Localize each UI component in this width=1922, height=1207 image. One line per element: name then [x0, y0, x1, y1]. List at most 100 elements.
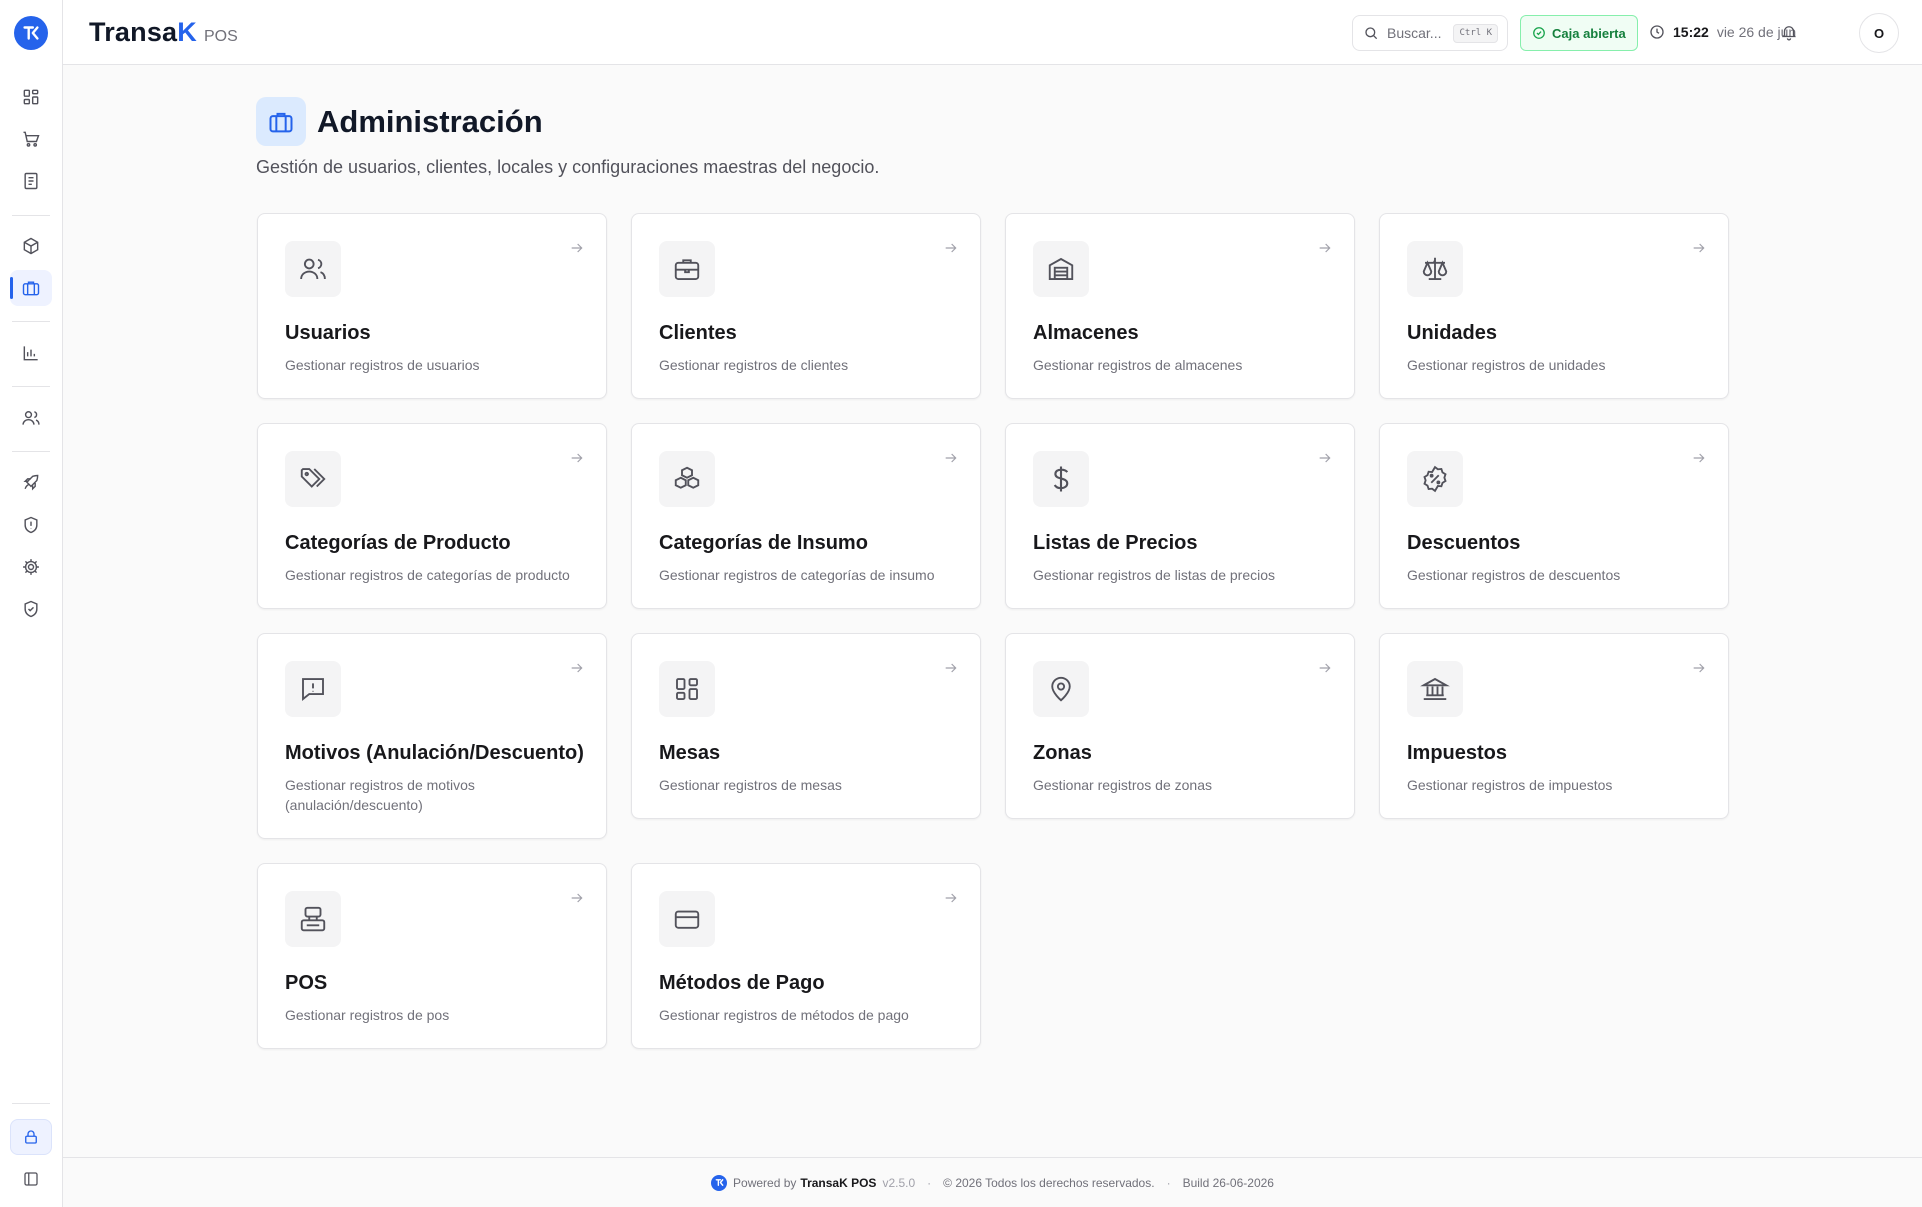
card-title: Impuestos [1407, 742, 1508, 764]
lock-icon [25, 1130, 37, 1144]
admin-card-pos[interactable]: POS Gestionar registros de pos [257, 863, 607, 1049]
sidebar-item-launch[interactable] [10, 465, 52, 501]
gear-icon [23, 559, 39, 575]
cash-status-label: Caja abierta [1552, 25, 1626, 41]
arrow-right-icon [569, 450, 585, 466]
sidebar-item-permissions[interactable] [10, 591, 52, 627]
card-description: Gestionar registros de categorías de ins… [659, 567, 935, 583]
admin-card-clientes[interactable]: Clientes Gestionar registros de clientes [631, 213, 981, 399]
arrow-right-icon [1691, 450, 1707, 466]
card-icon [1033, 241, 1089, 297]
card-icon [1033, 661, 1089, 717]
dollar-icon [1053, 466, 1069, 492]
footer-version: v2.5.0 [882, 1175, 916, 1190]
landmark-icon [1420, 677, 1450, 700]
admin-card-almacenes[interactable]: Almacenes Gestionar registros de almacen… [1005, 213, 1355, 399]
admin-card-metodos-pago[interactable]: Métodos de Pago Gestionar registros de m… [631, 863, 981, 1049]
card-title: Descuentos [1407, 532, 1521, 554]
card-icon [659, 241, 715, 297]
admin-card-categorias-producto[interactable]: Categorías de Producto Gestionar registr… [257, 423, 607, 609]
sidebar-item-orders[interactable] [10, 163, 52, 199]
admin-card-descuentos[interactable]: Descuentos Gestionar registros de descue… [1379, 423, 1729, 609]
card-title: Almacenes [1033, 322, 1139, 344]
card-description: Gestionar registros de almacenes [1033, 357, 1243, 373]
card-description: Gestionar registros de listas de precios [1033, 567, 1275, 583]
arrow-right-icon [569, 660, 585, 676]
admin-card-impuestos[interactable]: Impuestos Gestionar registros de impuest… [1379, 633, 1729, 819]
sidebar-item-inventory[interactable] [10, 228, 52, 264]
card-title: Usuarios [285, 322, 371, 344]
sidebar-item-users[interactable] [10, 400, 52, 436]
admin-card-listas-precios[interactable]: Listas de Precios Gestionar registros de… [1005, 423, 1355, 609]
users-icon [300, 258, 326, 280]
arrow-right-icon [943, 660, 959, 676]
arrow-right-icon [1317, 450, 1333, 466]
card-title: Unidades [1407, 322, 1498, 344]
card-icon [285, 241, 341, 297]
arrow-right-icon [943, 240, 959, 256]
brand-name: TransaK [89, 17, 197, 47]
sidebar-item-sales[interactable] [10, 121, 52, 157]
briefcase-icon [269, 112, 293, 132]
page-title: Administración [317, 104, 543, 139]
admin-card-categorias-insumo[interactable]: Categorías de Insumo Gestionar registros… [631, 423, 981, 609]
cash-status-badge[interactable]: Caja abierta [1520, 15, 1638, 51]
search-placeholder: Buscar... [1387, 25, 1442, 41]
card-description: Gestionar registros de mesas [659, 777, 842, 793]
card-title: Categorías de Insumo [659, 532, 868, 554]
sidebar-divider [12, 1103, 50, 1104]
admin-card-mesas[interactable]: Mesas Gestionar registros de mesas [631, 633, 981, 819]
sidebar-divider [12, 386, 50, 387]
card-description: Gestionar registros de clientes [659, 357, 849, 373]
sidebar-toggle-button[interactable] [10, 1161, 52, 1197]
card-description: Gestionar registros de pos [285, 1007, 450, 1023]
footer-separator: · [927, 1175, 932, 1190]
brand[interactable]: TransaK POS [89, 17, 238, 48]
card-icon [285, 891, 341, 947]
sidebar-item-dashboard[interactable] [10, 79, 52, 115]
package-icon [23, 237, 39, 255]
sidebar-item-administracion[interactable] [10, 270, 52, 306]
card-icon [1407, 451, 1463, 507]
card-description: Gestionar registros de usuarios [285, 357, 480, 373]
card-description: Gestionar registros de motivos (anulació… [285, 777, 475, 813]
card-description: Gestionar registros de métodos de pago [659, 1007, 909, 1023]
top-header: TransaK POS Buscar... Ctrl K Caja abiert… [63, 0, 1922, 65]
message-alert-icon [302, 678, 324, 701]
rocket-icon [23, 474, 39, 491]
sidebar-item-reports[interactable] [10, 335, 52, 371]
card-icon [285, 661, 341, 717]
footer-build: Build 26-06-2026 [1182, 1175, 1274, 1190]
arrow-right-icon [943, 890, 959, 906]
dashboard-icon [23, 89, 39, 105]
pos-terminal-icon [300, 906, 326, 932]
admin-card-motivos[interactable]: Motivos (Anulación/Descuento) Gestionar … [257, 633, 607, 839]
briefcase-icon [674, 259, 700, 280]
admin-card-zonas[interactable]: Zonas Gestionar registros de zonas [1005, 633, 1355, 819]
sidebar-item-settings[interactable] [10, 549, 52, 585]
clock: 15:22 vie 26 de jun [1649, 24, 1796, 40]
cart-icon [23, 131, 40, 147]
sidebar-divider [12, 451, 50, 452]
card-description: Gestionar registros de categorías de pro… [285, 567, 570, 583]
app-logo[interactable] [14, 16, 48, 50]
admin-card-usuarios[interactable]: Usuarios Gestionar registros de usuarios [257, 213, 607, 399]
sidebar-divider [12, 215, 50, 216]
card-title: Zonas [1033, 742, 1092, 764]
shield-check-icon [24, 600, 38, 618]
footer-product: TransaK POS [800, 1175, 877, 1190]
footer-copyright: © 2026 Todos los derechos reservados. [943, 1175, 1155, 1190]
sidebar-item-security[interactable] [10, 507, 52, 543]
status-circle-icon [1533, 27, 1545, 39]
notifications-button[interactable] [1780, 23, 1798, 41]
card-icon [1407, 661, 1463, 717]
search-input[interactable]: Buscar... Ctrl K [1352, 15, 1508, 51]
page-subtitle: Gestión de usuarios, clientes, locales y… [256, 157, 880, 177]
lock-button[interactable] [10, 1119, 52, 1155]
card-icon [1407, 241, 1463, 297]
user-avatar[interactable]: O [1859, 13, 1899, 53]
admin-card-unidades[interactable]: Unidades Gestionar registros de unidades [1379, 213, 1729, 399]
sidebar-divider [12, 321, 50, 322]
panel-toggle-icon [24, 1172, 38, 1186]
search-shortcut: Ctrl K [1453, 24, 1498, 43]
